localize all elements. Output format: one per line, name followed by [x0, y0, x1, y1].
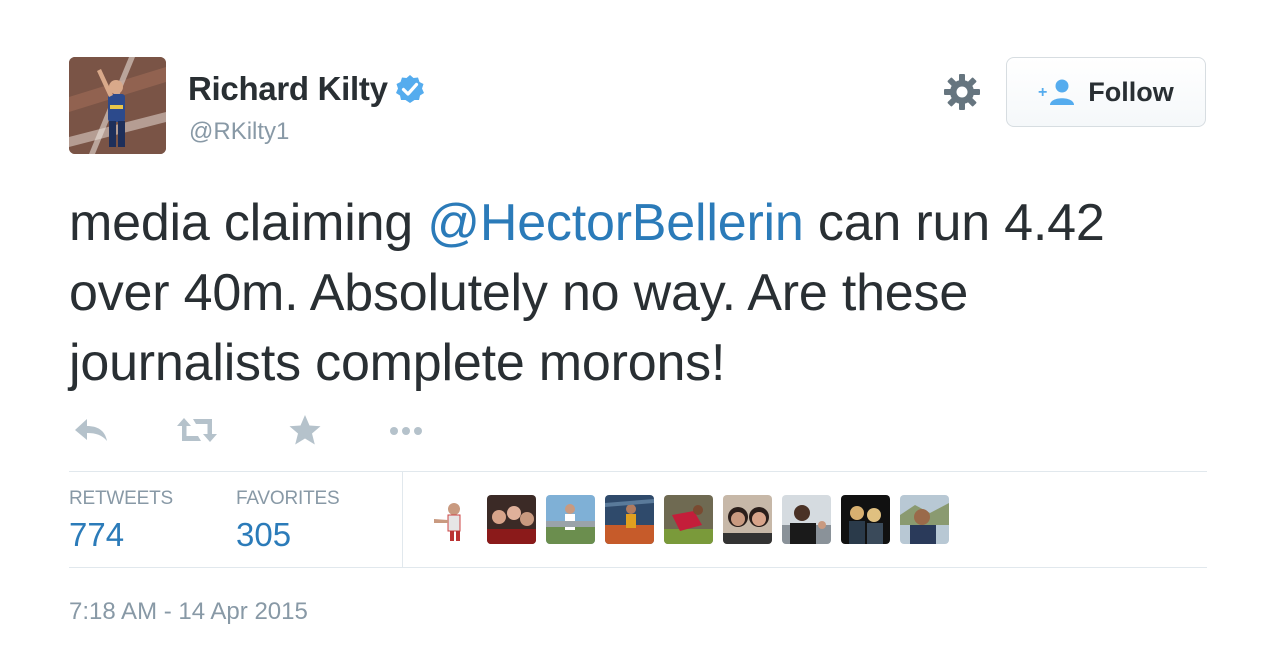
favoriter-avatar[interactable] — [546, 495, 595, 544]
stats-top-divider — [69, 471, 1207, 472]
follow-button-label: Follow — [1088, 76, 1174, 107]
follow-button[interactable]: + Follow — [1006, 57, 1206, 127]
tweet-text: media claiming @HectorBellerin can run 4… — [69, 188, 1209, 398]
favorites-label: FAVORITES — [236, 488, 340, 509]
favoriter-avatar[interactable] — [664, 495, 713, 544]
verified-badge-icon — [395, 75, 424, 103]
mention-link[interactable]: @HectorBellerin — [427, 194, 804, 252]
avatar-photo — [69, 57, 166, 154]
user-avatar[interactable] — [69, 57, 166, 154]
user-name-text: Richard Kilty — [188, 70, 388, 107]
favoriter-avatar[interactable] — [782, 495, 831, 544]
retweet-icon[interactable] — [174, 410, 217, 450]
favoriter-avatar[interactable] — [841, 495, 890, 544]
favorite-star-icon[interactable] — [284, 410, 326, 450]
stats-vertical-divider — [402, 472, 403, 567]
user-display-name[interactable]: Richard Kilty — [188, 70, 426, 108]
favoriter-avatar[interactable] — [900, 495, 949, 544]
favoriter-avatar[interactable] — [605, 495, 654, 544]
stats-bottom-divider — [69, 567, 1207, 568]
retweets-label: RETWEETS — [69, 488, 173, 509]
settings-gear-icon[interactable] — [943, 73, 981, 111]
favorites-count[interactable]: 305 — [236, 516, 291, 554]
user-handle[interactable]: @RKilty1 — [189, 118, 289, 146]
tweet-text-before: media claiming — [69, 194, 428, 252]
add-user-icon: + — [1038, 79, 1075, 105]
retweets-count[interactable]: 774 — [69, 516, 124, 554]
favoriter-avatar[interactable] — [428, 495, 477, 544]
favoriter-avatar[interactable] — [723, 495, 772, 544]
tweet-timestamp[interactable]: 7:18 AM - 14 Apr 2015 — [69, 598, 308, 626]
svg-text:+: + — [1038, 84, 1047, 101]
reply-icon[interactable] — [71, 410, 113, 450]
more-options-icon[interactable] — [385, 410, 427, 450]
favoriter-avatar[interactable] — [487, 495, 536, 544]
